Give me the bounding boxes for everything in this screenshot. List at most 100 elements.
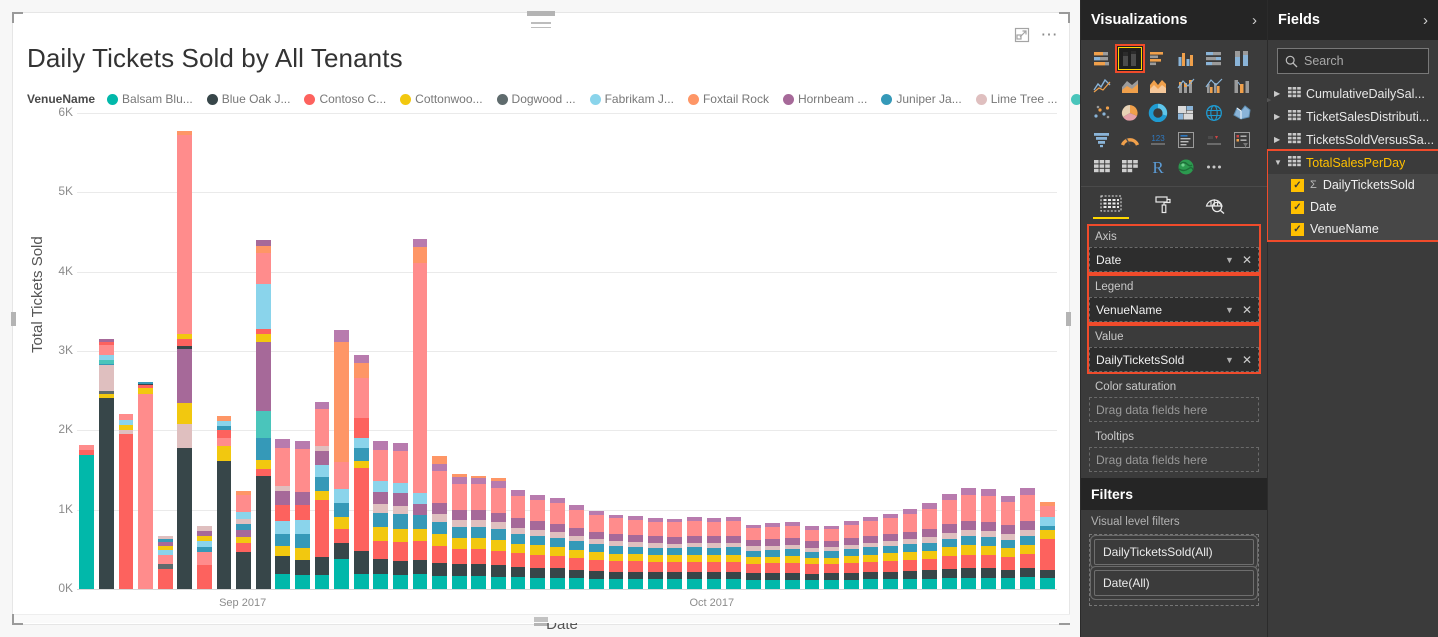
bar-segment[interactable]	[314, 499, 330, 557]
bar-segment[interactable]	[177, 403, 193, 424]
chart-bar[interactable]	[1020, 487, 1036, 589]
bar-segment[interactable]	[824, 528, 840, 541]
bar-segment[interactable]	[843, 572, 859, 580]
bar-segment[interactable]	[745, 550, 761, 558]
bar-segment[interactable]	[1039, 570, 1055, 579]
bar-segment[interactable]	[471, 527, 487, 539]
bar-segment[interactable]	[314, 490, 330, 500]
bar-segment[interactable]	[608, 553, 624, 561]
bar-segment[interactable]	[1020, 494, 1036, 521]
chart-bar[interactable]	[569, 504, 585, 589]
chart-bar[interactable]	[471, 475, 487, 589]
bar-segment[interactable]	[824, 579, 840, 589]
chart-bar[interactable]	[490, 478, 506, 589]
bar-segment[interactable]	[255, 341, 271, 412]
legend-item[interactable]: Juniper Ja...	[881, 92, 962, 106]
bar-segment[interactable]	[922, 542, 938, 551]
well-field-chip[interactable]: Date ▼ ✕	[1089, 247, 1259, 272]
remove-field-icon[interactable]: ✕	[1242, 303, 1252, 317]
bar-segment[interactable]	[765, 572, 781, 580]
bar-segment[interactable]	[471, 520, 487, 528]
bar-segment[interactable]	[177, 349, 193, 404]
bar-segment[interactable]	[863, 547, 879, 555]
bar-segment[interactable]	[353, 437, 369, 448]
bar-segment[interactable]	[216, 430, 232, 438]
bar-segment[interactable]	[1000, 548, 1016, 557]
bar-segment[interactable]	[608, 571, 624, 580]
bar-segment[interactable]	[922, 570, 938, 579]
bar-segment[interactable]	[432, 562, 448, 576]
bar-segment[interactable]	[451, 564, 467, 577]
bar-segment[interactable]	[1020, 554, 1036, 569]
bar-segment[interactable]	[1000, 539, 1016, 549]
bar-segment[interactable]	[157, 569, 173, 589]
bar-segment[interactable]	[451, 576, 467, 589]
bar-segment[interactable]	[961, 545, 977, 555]
bar-segment[interactable]	[530, 521, 546, 530]
bar-segment[interactable]	[549, 503, 565, 524]
bar-segment[interactable]	[804, 580, 820, 589]
bar-segment[interactable]	[686, 521, 702, 536]
bar-segment[interactable]	[647, 572, 663, 580]
horizontal-scrollbar[interactable]	[14, 614, 1070, 623]
bar-segment[interactable]	[314, 451, 330, 466]
bar-segment[interactable]	[686, 547, 702, 555]
bar-segment[interactable]	[412, 504, 428, 516]
bar-segment[interactable]	[569, 549, 585, 558]
stacked-column-visual[interactable]: ⋯ Daily Tickets Sold by All Tenants Venu…	[11, 11, 1271, 633]
chevron-right-icon[interactable]: ›	[1423, 12, 1428, 29]
bar-segment[interactable]	[726, 561, 742, 573]
well-dropzone[interactable]: Drag data fields here	[1089, 397, 1259, 422]
bar-segment[interactable]	[784, 562, 800, 573]
bar-segment[interactable]	[314, 556, 330, 576]
legend-item[interactable]: Hornbeam ...	[782, 92, 867, 106]
bar-segment[interactable]	[510, 533, 526, 544]
bar-segment[interactable]	[392, 513, 408, 529]
bar-segment[interactable]	[451, 549, 467, 565]
format-tab[interactable]	[1137, 193, 1189, 222]
bar-segment[interactable]	[569, 557, 585, 570]
bar-segment[interactable]	[980, 545, 996, 555]
bar-segment[interactable]	[451, 538, 467, 550]
bar-segment[interactable]	[1000, 569, 1016, 579]
chart-bar[interactable]	[922, 503, 938, 589]
bar-segment[interactable]	[294, 534, 310, 549]
bar-segment[interactable]	[1000, 556, 1016, 570]
bar-segment[interactable]	[353, 418, 369, 438]
scrollbar-thumb[interactable]	[534, 617, 548, 622]
fields-table-row[interactable]: ▶ CumulativeDailySal...	[1268, 82, 1438, 105]
bar-segment[interactable]	[961, 568, 977, 578]
bar-segment[interactable]	[647, 562, 663, 573]
bar-segment[interactable]	[980, 568, 996, 578]
bar-segment[interactable]	[569, 509, 585, 528]
bar-segment[interactable]	[1039, 530, 1055, 539]
bar-segment[interactable]	[882, 571, 898, 580]
bar-segment[interactable]	[569, 578, 585, 589]
bar-segment[interactable]	[726, 572, 742, 580]
bar-segment[interactable]	[432, 534, 448, 547]
bar-segment[interactable]	[706, 536, 722, 544]
bar-segment[interactable]	[177, 135, 193, 334]
bar-segment[interactable]	[863, 572, 879, 580]
bar-segment[interactable]	[941, 538, 957, 548]
bar-segment[interactable]	[334, 488, 350, 504]
kpi-icon[interactable]	[1201, 127, 1227, 152]
chart-bar[interactable]	[334, 330, 350, 589]
bar-segment[interactable]	[628, 554, 644, 562]
chart-bar[interactable]	[451, 474, 467, 589]
bar-segment[interactable]	[510, 553, 526, 567]
bar-segment[interactable]	[392, 443, 408, 452]
bar-segment[interactable]	[314, 401, 330, 410]
bar-segment[interactable]	[471, 538, 487, 550]
bar-segment[interactable]	[530, 535, 546, 546]
bar-segment[interactable]	[1000, 525, 1016, 534]
chart-bar[interactable]	[588, 510, 604, 589]
chart-bar[interactable]	[765, 523, 781, 589]
bar-segment[interactable]	[353, 550, 369, 574]
bar-segment[interactable]	[726, 579, 742, 589]
bar-segment[interactable]	[334, 461, 350, 489]
chart-bar[interactable]	[412, 239, 428, 589]
chart-bar[interactable]	[255, 240, 271, 589]
chart-bar[interactable]	[530, 494, 546, 589]
bar-segment[interactable]	[432, 513, 448, 522]
